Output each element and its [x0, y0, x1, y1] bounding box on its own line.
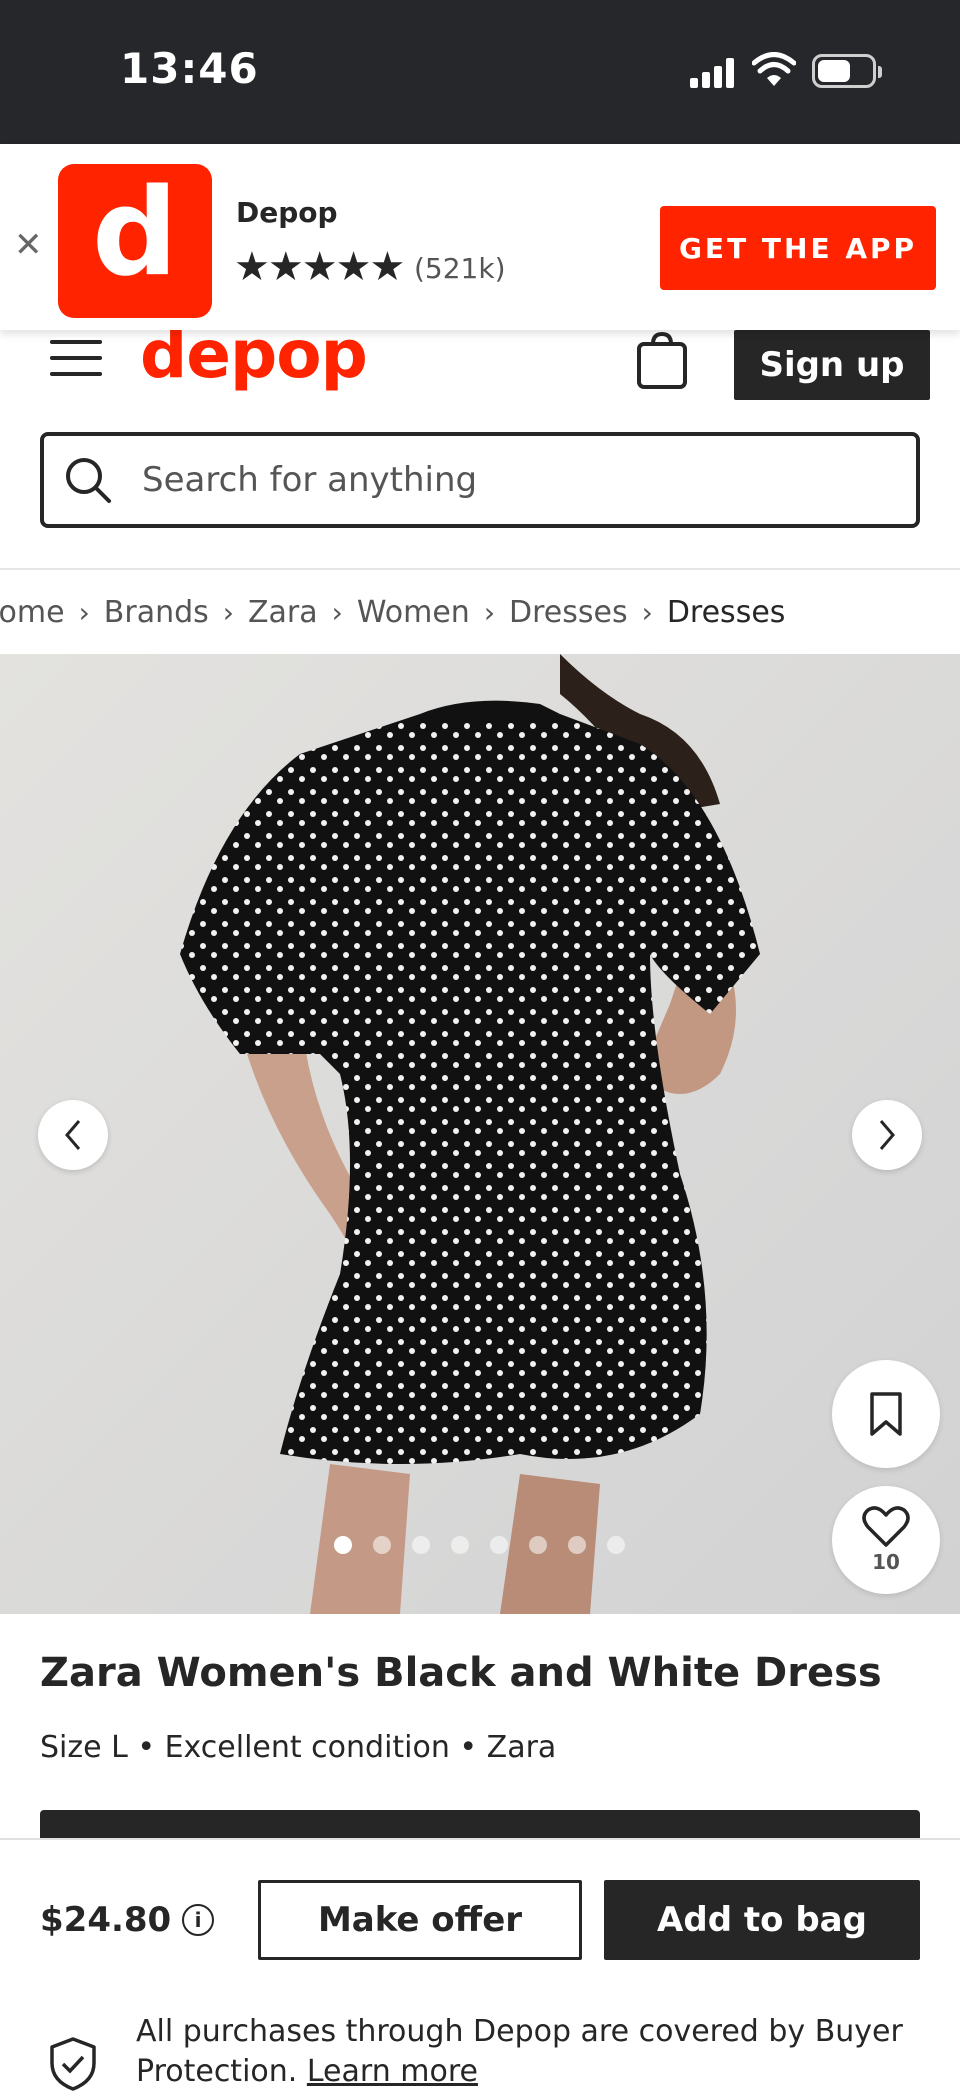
product-photo [0, 654, 960, 1614]
heart-icon [862, 1506, 910, 1547]
breadcrumb-women[interactable]: Women [357, 595, 470, 630]
partially-hidden-button [40, 1810, 920, 1840]
chevron-right-icon: › [78, 595, 90, 629]
app-install-banner: ✕ d Depop ★★★★★ (521k) GET THE APP [0, 144, 960, 330]
app-logo: d [58, 164, 212, 318]
product-image-gallery[interactable] [0, 654, 960, 1614]
sign-up-button[interactable]: Sign up [734, 330, 930, 400]
bookmark-icon [870, 1392, 902, 1436]
chevron-right-icon: › [222, 595, 234, 629]
cellular-signal-icon [690, 56, 740, 88]
add-to-bag-button[interactable]: Add to bag [604, 1880, 920, 1960]
close-icon[interactable]: ✕ [14, 228, 43, 262]
buy-bar: $24.80 i Make offer Add to bag All purch… [0, 1838, 960, 2091]
make-offer-button[interactable]: Make offer [258, 1880, 582, 1960]
pagination-dot[interactable] [607, 1536, 625, 1554]
pagination-dot[interactable] [490, 1536, 508, 1554]
app-logo-letter: d [92, 163, 178, 303]
price: $24.80 [40, 1900, 172, 1940]
chevron-left-icon [65, 1120, 81, 1150]
next-image-button[interactable] [852, 1100, 922, 1170]
search-bar[interactable] [40, 432, 920, 528]
rating-stars: ★★★★★ [234, 244, 405, 290]
wifi-icon [752, 52, 796, 86]
get-the-app-button[interactable]: GET THE APP [660, 206, 936, 290]
pagination-dot[interactable] [334, 1536, 352, 1554]
product-title: Zara Women's Black and White Dress [40, 1650, 882, 1696]
like-button[interactable]: 10 [832, 1486, 940, 1594]
pagination-dot[interactable] [373, 1536, 391, 1554]
shield-check-icon [50, 2037, 96, 2091]
app-name: Depop [236, 196, 338, 229]
protection-message: All purchases through Depop are covered … [136, 2014, 903, 2089]
chevron-right-icon: › [641, 595, 653, 629]
pagination-dot[interactable] [529, 1536, 547, 1554]
pagination-dot[interactable] [451, 1536, 469, 1554]
menu-icon[interactable] [50, 336, 102, 380]
breadcrumb-current: Dresses [666, 594, 786, 630]
shopping-bag-icon[interactable] [636, 332, 688, 390]
search-input[interactable] [142, 460, 842, 500]
product-meta: Size L • Excellent condition • Zara [40, 1730, 557, 1765]
like-count: 10 [872, 1550, 900, 1574]
learn-more-link[interactable]: Learn more [307, 2054, 478, 2089]
buyer-protection-text: All purchases through Depop are covered … [136, 2012, 916, 2092]
search-icon [66, 458, 111, 503]
status-time: 13:46 [120, 44, 259, 93]
chevron-right-icon: › [331, 595, 343, 629]
breadcrumb-brands[interactable]: Brands [104, 595, 209, 630]
breadcrumb-home[interactable]: Home [0, 595, 65, 630]
pagination-dot[interactable] [412, 1536, 430, 1554]
pagination-dot[interactable] [568, 1536, 586, 1554]
review-count: (521k) [414, 252, 506, 285]
gallery-pagination [334, 1536, 625, 1554]
battery-icon [812, 54, 882, 88]
divider [0, 568, 960, 570]
previous-image-button[interactable] [38, 1100, 108, 1170]
breadcrumb-zara[interactable]: Zara [248, 595, 318, 630]
chevron-right-icon [879, 1120, 895, 1150]
status-bar: 13:46 [0, 0, 960, 144]
chevron-right-icon: › [483, 595, 496, 629]
breadcrumb-dresses[interactable]: Dresses [509, 595, 628, 630]
site-header: depop Sign up [0, 316, 960, 430]
save-button[interactable] [832, 1360, 940, 1468]
info-icon[interactable]: i [182, 1904, 214, 1936]
breadcrumb: Home › Brands › Zara › Women › Dresses ›… [0, 592, 785, 632]
